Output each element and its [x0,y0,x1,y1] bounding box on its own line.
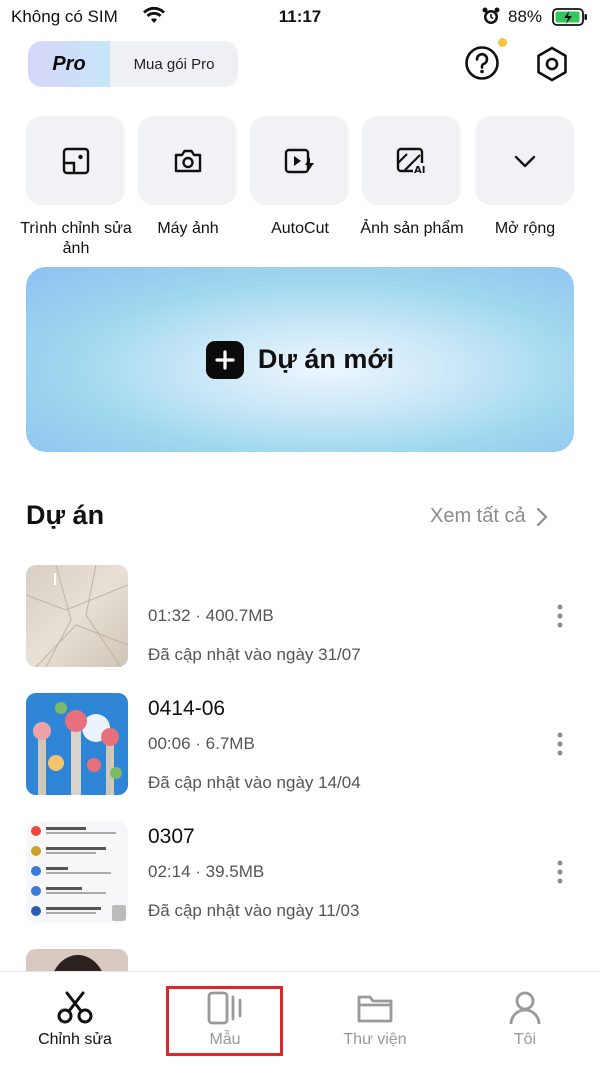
camera-icon [138,116,237,205]
tab-library[interactable]: Thư viện [300,972,450,1068]
folder-icon [355,990,395,1026]
project-updated: Đã cập nhật vào ngày 11/03 [148,901,360,920]
tool-label: Máy ảnh [157,220,219,237]
project-item[interactable]: 0307 02:14 · 39.5MB Đã cập nhật vào ngày… [26,821,574,923]
tool-label: Mở rộng [494,220,556,237]
tool-label: Trình chỉnh sửa ảnh [20,220,132,257]
more-options-icon[interactable] [548,859,572,885]
highlight-box [166,986,283,1056]
alarm-icon [481,6,501,31]
project-name: 0414-06 [148,697,226,720]
pro-badge: Pro [28,41,110,87]
pro-subscription-button[interactable]: Pro Mua gói Pro [28,41,238,87]
tool-ai-product-photo[interactable]: AI Ảnh sản phẩm [360,116,464,239]
tab-edit[interactable]: Chỉnh sửa [0,972,150,1068]
new-project-button[interactable]: Dự án mới [26,267,574,452]
tool-expand[interactable]: Mở rộng [475,116,574,239]
tab-label: Chỉnh sửa [38,1031,112,1048]
project-updated: Đã cập nhật vào ngày 31/07 [148,645,361,664]
bottom-tab-bar: Chỉnh sửa Mẫu Thư viện Tôi [0,971,600,1068]
project-size: 39.5MB [205,862,265,881]
see-all-link[interactable]: Xem tất cả [430,505,548,528]
notification-dot [498,38,507,47]
project-size: 6.7MB [205,734,255,753]
battery-percent: 88% [508,7,543,26]
project-meta: 02:14 · 39.5MB [148,862,265,881]
buy-pro-label: Mua gói Pro [133,55,215,73]
project-duration: 02:14 [148,862,191,881]
tool-label: AutoCut [271,220,329,237]
project-size: 400.7MB [205,606,274,625]
status-bar: Không có SIM 11:17 88% [0,0,600,34]
ai-product-photo-icon: AI [362,116,461,205]
project-meta: 01:32 · 400.7MB [148,606,274,625]
project-thumbnail [26,693,128,795]
projects-section-title: Dự án [26,500,105,530]
settings-icon[interactable] [532,44,572,84]
more-options-icon[interactable] [548,731,572,757]
project-name: 0307 [148,825,195,848]
tab-label: Thư viện [343,1031,407,1048]
tool-photo-editor[interactable]: Trình chỉnh sửa ảnh [20,116,132,259]
photo-editor-icon [26,116,125,205]
chevron-right-icon [536,507,547,526]
project-thumbnail [26,565,128,667]
project-thumbnail [26,821,128,923]
chevron-down-icon [475,116,574,205]
project-thumbnail [26,949,128,971]
autocut-icon [250,116,349,205]
project-duration: 00:06 [148,734,191,753]
tool-autocut[interactable]: AutoCut [250,116,349,239]
project-duration: 01:32 [148,606,191,625]
help-icon[interactable] [463,44,501,82]
project-meta: 00:06 · 6.7MB [148,734,255,753]
project-item[interactable] [26,949,574,971]
plus-icon [205,340,244,379]
project-item[interactable]: 0414-06 00:06 · 6.7MB Đã cập nhật vào ng… [26,693,574,795]
profile-icon [505,990,545,1026]
project-updated: Đã cập nhật vào ngày 14/04 [148,773,361,792]
project-item[interactable]: 01:32 · 400.7MB Đã cập nhật vào ngày 31/… [26,565,574,667]
tab-label: Tôi [513,1031,537,1048]
scissors-icon [55,990,95,1026]
svg-text:AI: AI [414,165,425,176]
tool-label: Ảnh sản phẩm [360,220,464,237]
battery-charging-icon [552,7,588,32]
see-all-label: Xem tất cả [430,505,526,527]
new-project-label: Dự án mới [257,344,395,374]
more-options-icon[interactable] [548,603,572,629]
tool-camera[interactable]: Máy ảnh [138,116,237,239]
tab-profile[interactable]: Tôi [450,972,600,1068]
